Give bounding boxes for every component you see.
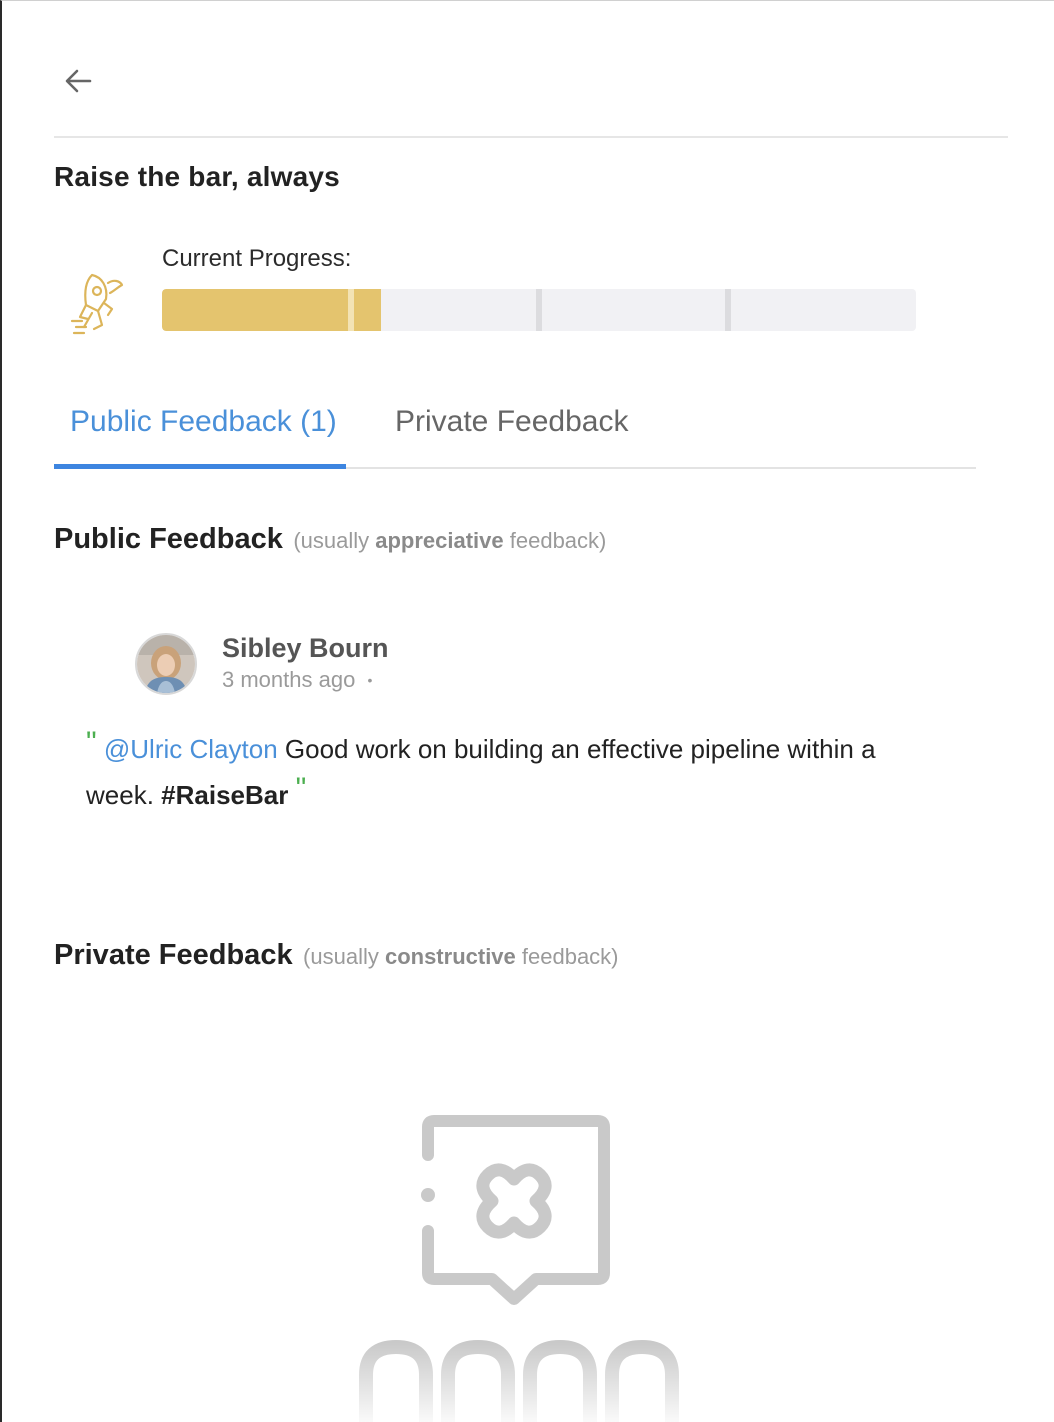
no-feedback-icon bbox=[421, 1115, 610, 1305]
feedback-author[interactable]: Sibley Bourn bbox=[222, 633, 389, 664]
progress-segment-divider bbox=[536, 289, 542, 331]
public-feedback-title: Public Feedback bbox=[54, 523, 283, 555]
public-feedback-heading: Public Feedback (usually appreciative fe… bbox=[54, 523, 606, 556]
rocket-icon bbox=[70, 273, 124, 335]
arrow-left-icon bbox=[65, 69, 92, 93]
progress-label: Current Progress: bbox=[162, 245, 352, 272]
private-feedback-heading: Private Feedback (usually constructive f… bbox=[54, 939, 619, 972]
active-tab-indicator bbox=[54, 464, 346, 469]
tab-public-feedback[interactable]: Public Feedback (1) bbox=[70, 405, 337, 439]
tab-private-feedback[interactable]: Private Feedback bbox=[395, 405, 628, 439]
feedback-message: " @Ulric Clayton Good work on building a… bbox=[86, 723, 916, 815]
avatar[interactable] bbox=[135, 633, 197, 695]
public-feedback-subtitle: (usually appreciative feedback) bbox=[293, 528, 607, 553]
close-quote: " bbox=[295, 772, 307, 805]
feedback-panel: Raise the bar, always Current Progress: … bbox=[0, 0, 1054, 1422]
progress-segment-divider bbox=[725, 289, 731, 331]
page-title: Raise the bar, always bbox=[54, 161, 340, 192]
separator-dot: • bbox=[367, 672, 373, 688]
hashtag[interactable]: #RaiseBar bbox=[161, 780, 288, 810]
open-quote: " bbox=[86, 726, 97, 759]
bottom-fade bbox=[2, 1342, 1054, 1422]
feedback-timestamp: 3 months ago • bbox=[222, 667, 373, 692]
progress-bar bbox=[162, 289, 916, 331]
mention-link[interactable]: @Ulric Clayton bbox=[104, 734, 278, 764]
progress-segment-divider bbox=[348, 289, 354, 331]
private-feedback-subtitle: (usually constructive feedback) bbox=[303, 944, 619, 969]
header-divider bbox=[54, 136, 1008, 138]
avatar-image bbox=[137, 635, 195, 693]
private-feedback-title: Private Feedback bbox=[54, 939, 293, 971]
feedback-tabs: Public Feedback (1) Private Feedback bbox=[54, 391, 976, 469]
back-button[interactable] bbox=[58, 61, 98, 101]
